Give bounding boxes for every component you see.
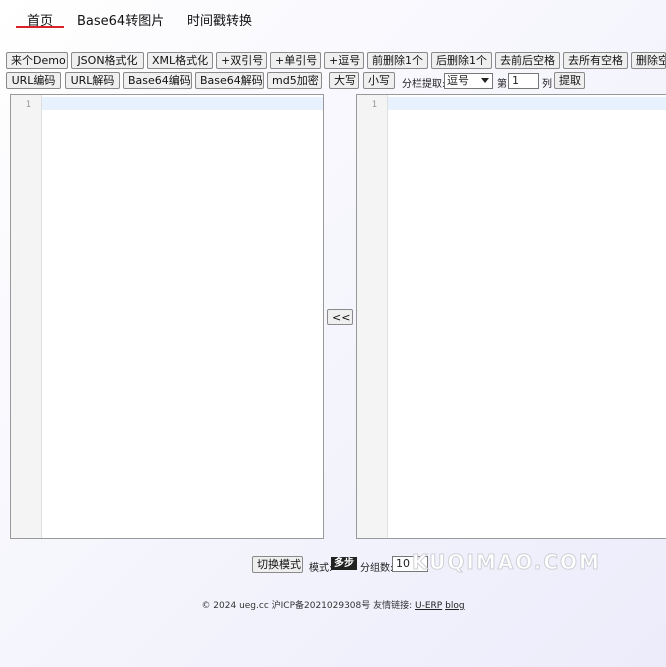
base64-decode-button[interactable]: Base64解码 [195,72,264,89]
switch-mode-button[interactable]: 切换模式 [252,556,303,573]
footer: © 2024 ueg.cc 沪ICP备2021029308号 友情链接: U-E… [0,598,666,611]
input-editor-gutter: 1 [11,95,42,538]
delete-first-button[interactable]: 前删除1个 [367,52,428,69]
mode-label: 模式: [309,563,333,574]
column-number-input[interactable]: 1 [508,73,539,89]
output-editor-gutter: 1 [357,95,388,538]
md5-button[interactable]: md5加密 [267,72,322,89]
add-double-quote-button[interactable]: +双引号 [216,52,267,69]
mode-badge[interactable]: 多步 [331,557,357,570]
footer-link-uerp[interactable]: U-ERP [415,601,442,611]
url-encode-button[interactable]: URL编码 [6,72,61,89]
base64-encode-button[interactable]: Base64编码 [123,72,192,89]
swap-button[interactable]: << [327,309,353,325]
separator-select[interactable]: 逗号 [444,73,493,89]
extract-button[interactable]: 提取 [554,72,585,89]
remove-empty-lines-button[interactable]: 删除空 [631,52,666,69]
top-nav: 首页 Base64转图片 时间戳转换 [0,0,666,40]
nth-label: 第 [497,79,507,90]
add-comma-button[interactable]: +逗号 [324,52,364,69]
remove-all-spaces-button[interactable]: 去所有空格 [563,52,628,69]
nav-active-indicator [16,26,64,28]
footer-copyright: © 2024 ueg.cc 沪ICP备2021029308号 友情链接: [201,601,413,611]
output-editor[interactable]: 1 [356,94,666,539]
active-line-highlight [388,97,666,110]
nav-timestamp[interactable]: 时间戳转换 [187,10,252,29]
line-number: 1 [371,100,377,110]
group-count-label: 分组数: [360,563,394,574]
xml-format-button[interactable]: XML格式化 [147,52,213,69]
lowercase-button[interactable]: 小写 [363,72,395,89]
footer-link-blog[interactable]: blog [445,601,464,611]
column-label: 列 [542,79,552,90]
nav-base64-image[interactable]: Base64转图片 [77,10,164,29]
input-editor[interactable]: 1 [10,94,324,539]
split-extract-label: 分栏提取: [402,79,446,90]
delete-last-button[interactable]: 后删除1个 [431,52,492,69]
separator-value: 逗号 [447,74,469,87]
trim-spaces-button[interactable]: 去前后空格 [495,52,560,69]
demo-button[interactable]: 来个Demo [6,52,68,69]
watermark-logo: KUQIMAO.COM [412,550,601,575]
json-format-button[interactable]: JSON格式化 [71,52,144,69]
add-single-quote-button[interactable]: +单引号 [270,52,321,69]
uppercase-button[interactable]: 大写 [329,72,359,89]
chevron-down-icon [481,78,489,83]
url-decode-button[interactable]: URL解码 [65,72,120,89]
line-number: 1 [25,100,31,110]
active-line-highlight [42,97,323,110]
